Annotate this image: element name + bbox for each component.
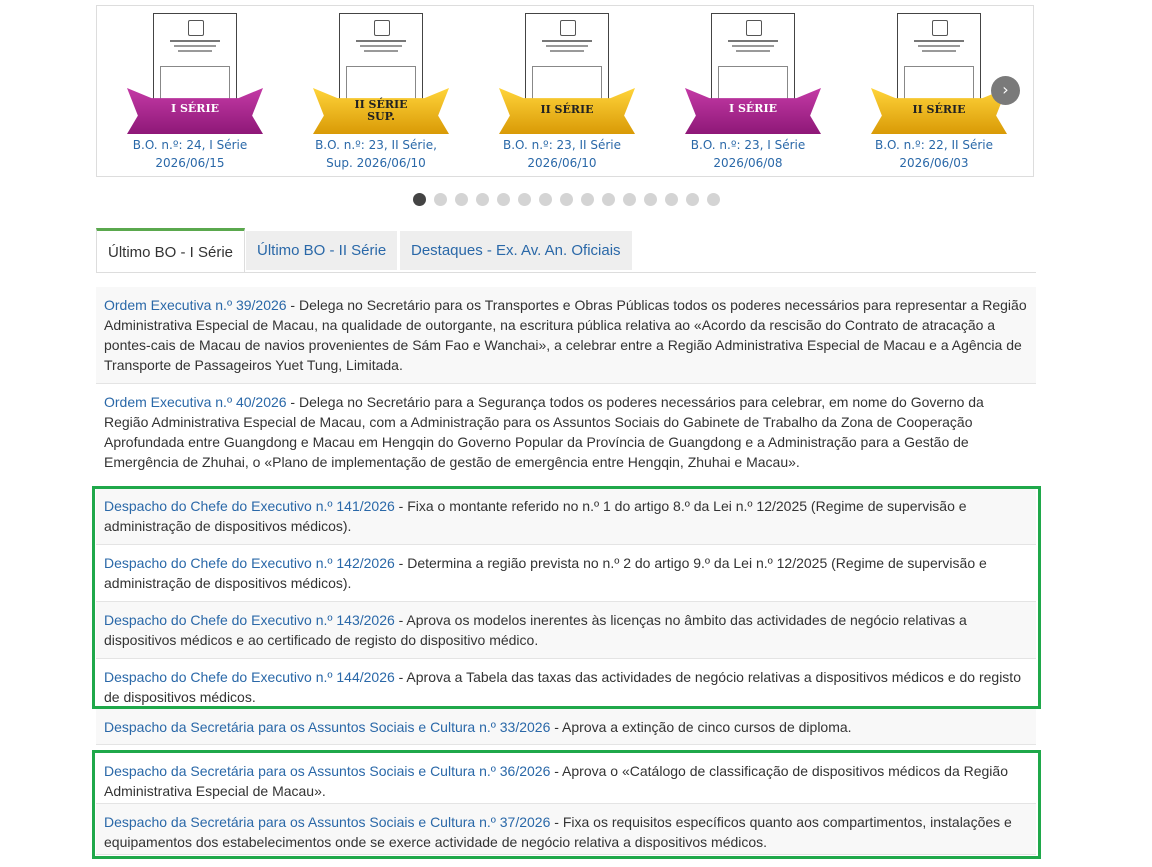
carousel-dot[interactable] bbox=[602, 193, 615, 206]
entry-title-link[interactable]: Despacho do Chefe do Executivo n.º 143/2… bbox=[104, 612, 395, 628]
entry-title-link[interactable]: Ordem Executiva n.º 39/2026 bbox=[104, 297, 287, 313]
carousel-slide[interactable]: I SÉRIE B.O. n.º: 24, I Série 2026/06/15 bbox=[97, 6, 283, 176]
list-item: Despacho do Chefe do Executivo n.º 141/2… bbox=[96, 488, 1036, 545]
entry-description: - Aprova a extinção de cinco cursos de d… bbox=[550, 719, 852, 735]
carousel-dot[interactable] bbox=[581, 193, 594, 206]
series-ribbon-label: II SÉRIE SUP. bbox=[354, 98, 408, 123]
series-ribbon-label: I SÉRIE bbox=[171, 102, 219, 115]
tab-ultimo-bo-i-serie[interactable]: Último BO - I Série bbox=[96, 228, 246, 272]
tab-destaques[interactable]: Destaques - Ex. Av. An. Oficiais bbox=[400, 231, 632, 270]
carousel-dot[interactable] bbox=[707, 193, 720, 206]
entry-title-link[interactable]: Despacho do Chefe do Executivo n.º 144/2… bbox=[104, 669, 395, 685]
carousel-dot[interactable] bbox=[665, 193, 678, 206]
chevron-right-icon[interactable]: › bbox=[991, 76, 1020, 105]
list-item: Despacho do Chefe do Executivo n.º 142/2… bbox=[96, 545, 1036, 602]
carousel-dot[interactable] bbox=[497, 193, 510, 206]
list-item: Despacho da Secretária para os Assuntos … bbox=[96, 753, 1036, 804]
entry-title-link[interactable]: Despacho da Secretária para os Assuntos … bbox=[104, 814, 550, 830]
bulletin-carousel: I SÉRIE B.O. n.º: 24, I Série 2026/06/15… bbox=[96, 5, 1034, 177]
list-item: Ordem Executiva n.º 39/2026 - Delega no … bbox=[96, 287, 1036, 384]
carousel-dot[interactable] bbox=[434, 193, 447, 206]
series-ribbon-label: I SÉRIE bbox=[729, 102, 777, 115]
slide-caption-link[interactable]: B.O. n.º: 24, I Série 2026/06/15 bbox=[97, 136, 283, 172]
slide-caption-link[interactable]: B.O. n.º: 23, II Série 2026/06/10 bbox=[469, 136, 655, 172]
list-item: Despacho do Chefe do Executivo n.º 144/2… bbox=[96, 659, 1036, 709]
entry-title-link[interactable]: Ordem Executiva n.º 40/2026 bbox=[104, 394, 287, 410]
entry-title-link[interactable]: Despacho da Secretária para os Assuntos … bbox=[104, 719, 550, 735]
carousel-dot[interactable] bbox=[413, 193, 426, 206]
list-item: Despacho da Secretária para os Assuntos … bbox=[96, 709, 1036, 745]
tab-ultimo-bo-ii-serie[interactable]: Último BO - II Série bbox=[246, 231, 398, 270]
slide-caption-link[interactable]: B.O. n.º: 23, II Série, Sup. 2026/06/10 bbox=[306, 136, 446, 172]
carousel-dot[interactable] bbox=[686, 193, 699, 206]
slide-caption-link[interactable]: B.O. n.º: 22, II Série 2026/06/03 bbox=[841, 136, 1027, 172]
carousel-dot[interactable] bbox=[539, 193, 552, 206]
carousel-dot[interactable] bbox=[518, 193, 531, 206]
entry-title-link[interactable]: Despacho do Chefe do Executivo n.º 141/2… bbox=[104, 498, 395, 514]
carousel-dot[interactable] bbox=[623, 193, 636, 206]
list-item: Ordem Executiva n.º 40/2026 - Delega no … bbox=[96, 384, 1036, 488]
entry-title-link[interactable]: Despacho do Chefe do Executivo n.º 142/2… bbox=[104, 555, 395, 571]
list-item: Despacho do Chefe do Executivo n.º 143/2… bbox=[96, 602, 1036, 659]
series-ribbon-label: II SÉRIE bbox=[912, 103, 966, 116]
carousel-dot[interactable] bbox=[476, 193, 489, 206]
list-item: Despacho da Secretária para os Assuntos … bbox=[96, 804, 1036, 855]
slide-caption-link[interactable]: B.O. n.º: 23, I Série 2026/06/08 bbox=[655, 136, 841, 172]
carousel-dot[interactable] bbox=[560, 193, 573, 206]
entry-title-link[interactable]: Despacho da Secretária para os Assuntos … bbox=[104, 763, 550, 779]
carousel-slide[interactable]: II SÉRIE B.O. n.º: 23, II Série 2026/06/… bbox=[469, 6, 655, 176]
bulletin-tabs: Último BO - I Série Último BO - II Série… bbox=[96, 228, 1036, 273]
carousel-dot[interactable] bbox=[455, 193, 468, 206]
series-ribbon-label: II SÉRIE bbox=[540, 103, 594, 116]
carousel-slide[interactable]: I SÉRIE B.O. n.º: 23, I Série 2026/06/08 bbox=[655, 6, 841, 176]
carousel-dot[interactable] bbox=[644, 193, 657, 206]
carousel-slide[interactable]: II SÉRIE SUP. B.O. n.º: 23, II Série, Su… bbox=[283, 6, 469, 176]
